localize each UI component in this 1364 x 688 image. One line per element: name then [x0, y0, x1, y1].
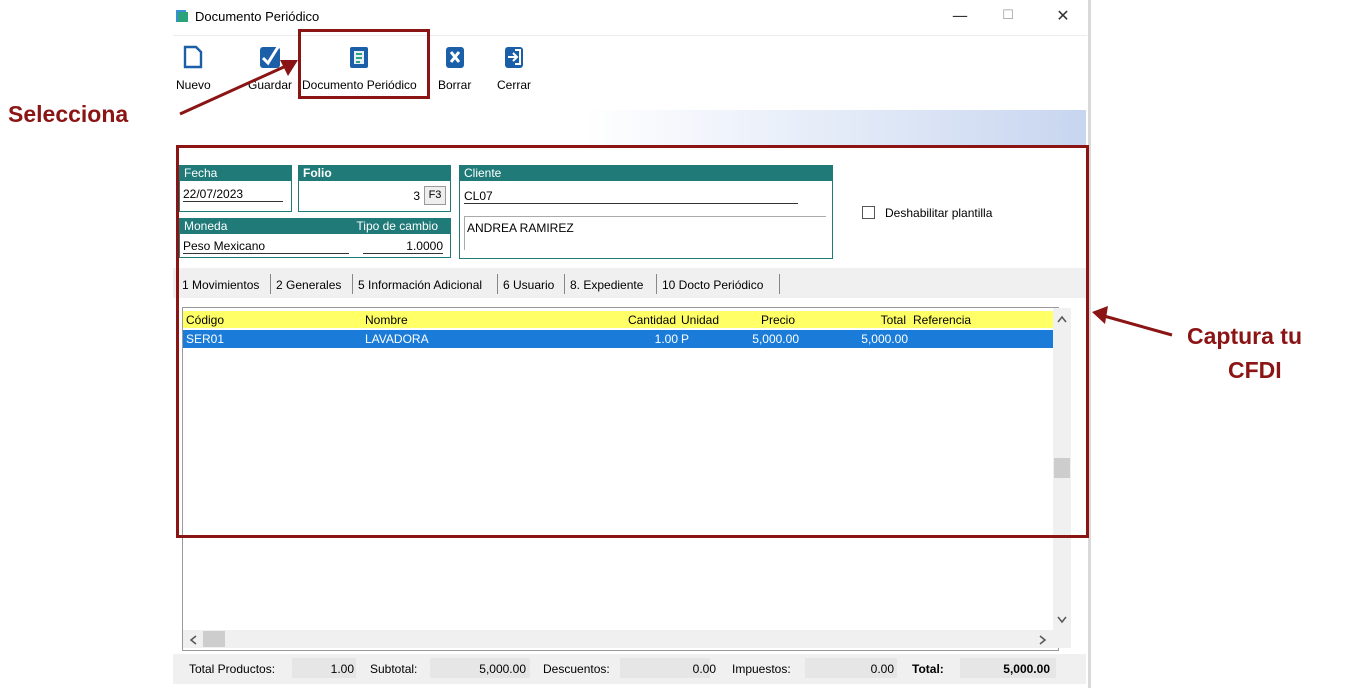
cerrar-label: Cerrar: [497, 78, 532, 92]
descuentos-value: 0.00: [692, 662, 716, 676]
descuentos-label: Descuentos:: [543, 662, 610, 676]
borrar-label: Borrar: [438, 78, 472, 92]
impuestos-label: Impuestos:: [732, 662, 791, 676]
window-title: Documento Periódico: [195, 9, 320, 24]
app-icon: [176, 10, 188, 22]
scroll-left-icon[interactable]: [189, 635, 197, 645]
maximize-button[interactable]: ☐: [993, 4, 1023, 28]
checkmark-icon: [260, 46, 281, 68]
delete-x-icon: [445, 47, 464, 68]
total-value: 5,000.00: [1003, 662, 1050, 676]
subtotal-label: Subtotal:: [370, 662, 418, 676]
exit-door-icon: [505, 47, 523, 68]
highlight-documento-periodico: [298, 29, 430, 99]
annotation-captura-line1: Captura tu: [1187, 323, 1302, 349]
scroll-down-icon[interactable]: [1057, 616, 1067, 624]
total-label: Total:: [912, 662, 944, 676]
highlight-capture-area: [176, 145, 1089, 538]
cerrar-button[interactable]: Cerrar: [497, 45, 531, 92]
new-document-icon: [184, 45, 203, 69]
arrow-to-capture-area: [1092, 306, 1173, 337]
borrar-button[interactable]: Borrar: [438, 45, 471, 92]
guardar-button[interactable]: Guardar: [248, 45, 292, 92]
impuestos-value: 0.00: [870, 662, 894, 676]
close-window-button[interactable]: ✕: [1048, 4, 1078, 28]
scroll-right-icon[interactable]: [1039, 635, 1047, 645]
guardar-label: Guardar: [248, 78, 293, 92]
horizontal-scroll-thumb[interactable]: [203, 631, 225, 647]
minimize-button[interactable]: —: [945, 4, 975, 28]
header-band: [173, 110, 1086, 146]
subtotal-value: 5,000.00: [479, 662, 526, 676]
nuevo-button[interactable]: Nuevo: [176, 45, 211, 92]
total-productos-label: Total Productos:: [189, 662, 276, 676]
nuevo-label: Nuevo: [176, 78, 211, 92]
horizontal-scrollbar[interactable]: [183, 630, 1071, 648]
annotation-captura-line2: CFDI: [1228, 357, 1282, 383]
annotation-selecciona: Selecciona: [8, 101, 129, 127]
total-productos-value: 1.00: [330, 662, 354, 676]
